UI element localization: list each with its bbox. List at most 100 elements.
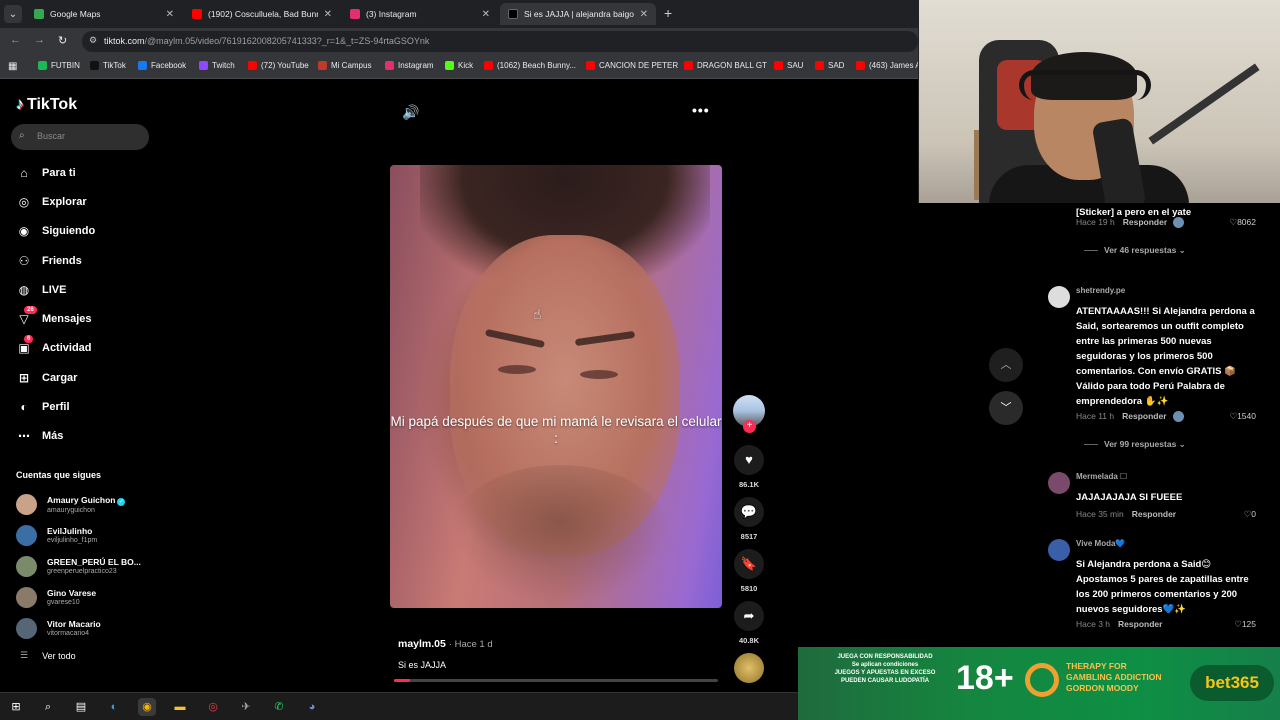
previous-video-button[interactable]: ︿ xyxy=(989,348,1023,382)
followed-account[interactable]: Vitor Macario vitormacario4 xyxy=(16,616,101,640)
bookmark-icon[interactable]: 🔖 xyxy=(734,549,764,579)
bookmark-item[interactable]: FUTBIN xyxy=(38,61,80,70)
follow-plus-icon[interactable]: + xyxy=(743,420,756,433)
more-options-icon[interactable]: ••• xyxy=(692,102,710,118)
windows-start-icon[interactable]: ⊞ xyxy=(7,698,25,716)
taskbar-discord-icon[interactable]: ◕ xyxy=(303,698,321,716)
commenter-avatar[interactable] xyxy=(1048,286,1070,308)
comment-like[interactable]: ♡0 xyxy=(1244,509,1256,520)
sidebar-item-friends[interactable]: ⚇ Friends xyxy=(14,251,82,271)
followed-account[interactable]: Amaury Guichon ✓ amauryguichon xyxy=(16,492,126,516)
bookmark-item[interactable]: SAD xyxy=(815,61,844,70)
sidebar-item-actividad[interactable]: ▣ 6 Actividad xyxy=(14,335,92,358)
search-input[interactable]: ⌕ Buscar xyxy=(11,124,149,150)
browser-tab[interactable]: (1902) Cosculluela, Bad Bunny ✕ xyxy=(184,3,340,25)
comment-like[interactable]: ♡8062 xyxy=(1229,217,1256,228)
comment-icon[interactable]: 💬 xyxy=(734,497,764,527)
heart-outline-icon[interactable]: ♡ xyxy=(1234,619,1242,629)
followed-account[interactable]: EvilJulinho eviljulinho_f1pm xyxy=(16,523,97,547)
reload-icon[interactable]: ↻ xyxy=(58,34,67,47)
sidebar-item-mensajes[interactable]: ▽ 26 Mensajes xyxy=(14,306,92,329)
music-disc-icon[interactable] xyxy=(734,653,764,683)
sidebar-item-live[interactable]: ◍ LIVE xyxy=(14,280,67,300)
author-handle[interactable]: maylm.05 xyxy=(398,638,446,650)
commenter-avatar[interactable] xyxy=(1048,539,1070,561)
bookmark-item[interactable]: TikTok xyxy=(90,61,126,70)
reply-button[interactable]: Responder xyxy=(1132,509,1176,519)
bookmark-item[interactable]: CANCION DE PETER xyxy=(586,61,678,70)
bookmark-item[interactable]: Twitch xyxy=(199,61,235,70)
sidebar-item-cargar[interactable]: ⊞ Cargar xyxy=(14,368,78,388)
heart-icon[interactable]: ♥ xyxy=(734,445,764,475)
commenter-avatar[interactable] xyxy=(1048,472,1070,494)
comment-like[interactable]: ♡125 xyxy=(1234,619,1256,630)
share-icon[interactable]: ➦ xyxy=(734,601,764,631)
comment-action[interactable]: 💬 8517 xyxy=(733,497,765,541)
bookmark-item[interactable]: SAU xyxy=(774,61,803,70)
heart-outline-icon[interactable]: ♡ xyxy=(1229,217,1237,227)
tab-close-icon[interactable]: ✕ xyxy=(166,9,174,20)
reply-button[interactable]: Responder xyxy=(1118,619,1162,629)
share-action[interactable]: ➦ 40.8K xyxy=(733,601,765,645)
comment-like[interactable]: ♡1540 xyxy=(1229,411,1256,422)
tab-close-icon[interactable]: ✕ xyxy=(640,9,648,20)
video-player[interactable]: Mi papá después de que mi mamá le revisa… xyxy=(390,165,722,608)
sidebar-item-explorar[interactable]: ◎ Explorar xyxy=(14,192,87,212)
address-bar[interactable]: ⚙ tiktok.com/@maylm.05/video/76191620082… xyxy=(82,31,918,52)
followed-account[interactable]: GREEN_PERÚ EL BO... greenperuelpractico23 xyxy=(16,554,141,578)
taskbar-edge-icon[interactable]: ◐ xyxy=(105,698,123,716)
sidebar-item-para-ti[interactable]: ⌂ Para ti xyxy=(14,163,75,183)
view-replies-button[interactable]: Ver 46 respuestas ⌄ xyxy=(1084,245,1186,256)
taskbar-search-icon[interactable]: ⌕ xyxy=(39,698,57,716)
like-action[interactable]: ♥ 86.1K xyxy=(733,445,765,489)
commenter-name[interactable]: shetrendy.pe xyxy=(1076,286,1125,295)
friends-icon: ⚇ xyxy=(18,254,30,268)
bookmark-item[interactable]: DRAGON BALL GT xyxy=(684,61,767,70)
bookmark-item[interactable]: Instagram xyxy=(385,61,434,70)
taskbar-store-icon[interactable]: ▤ xyxy=(72,698,90,716)
volume-icon[interactable]: 🔊 xyxy=(402,104,419,121)
bookmark-item[interactable]: Kick xyxy=(445,61,473,70)
commenter-name[interactable]: Mermelada ☐ xyxy=(1076,472,1127,481)
taskbar-obs-icon[interactable]: ◎ xyxy=(204,698,222,716)
taskbar-chrome-icon[interactable]: ◉ xyxy=(138,698,156,716)
sidebar-item-siguiendo[interactable]: ◉ Siguiendo xyxy=(14,221,95,241)
commenter-name[interactable]: Vive Moda💙 xyxy=(1076,539,1125,548)
tab-search-icon[interactable]: ⌄ xyxy=(4,5,22,23)
tiktok-logo[interactable]: ♪ TikTok xyxy=(16,96,77,114)
view-replies-button[interactable]: Ver 99 respuestas ⌄ xyxy=(1084,439,1186,450)
apps-icon[interactable]: ▦ xyxy=(8,61,17,72)
save-action[interactable]: 🔖 5810 xyxy=(733,549,765,593)
browser-tab[interactable]: Si es JAJJA | alejandra baigorria ✕ xyxy=(500,3,656,25)
reply-button[interactable]: Responder xyxy=(1122,411,1166,421)
browser-tab[interactable]: (3) Instagram ✕ xyxy=(342,3,498,25)
taskbar-whatsapp-icon[interactable]: ✆ xyxy=(270,698,288,716)
bookmark-item[interactable]: Mi Campus xyxy=(318,61,371,70)
bookmark-item[interactable]: Facebook xyxy=(138,61,186,70)
video-author[interactable]: maylm.05 · Hace 1 d xyxy=(398,638,493,650)
bookmark-item[interactable]: (463) James A... xyxy=(856,61,927,70)
sidebar-item-más[interactable]: ⋯ Más xyxy=(14,426,63,446)
tab-close-icon[interactable]: ✕ xyxy=(482,9,490,20)
back-icon[interactable]: ← xyxy=(10,34,21,46)
browser-tab[interactable]: Google Maps ✕ xyxy=(26,3,182,25)
comment-like-count: 0 xyxy=(1251,509,1256,519)
sidebar-item-perfil[interactable]: ◐ Perfil xyxy=(14,397,69,417)
see-all-button[interactable]: ☰ Ver todo xyxy=(20,650,76,661)
forward-icon[interactable]: → xyxy=(34,34,45,46)
followed-account[interactable]: Gino Varese gvarese10 xyxy=(16,585,96,609)
video-progress-bar[interactable] xyxy=(394,679,718,682)
search-placeholder: Buscar xyxy=(37,131,66,141)
new-tab-icon[interactable]: + xyxy=(664,5,672,21)
heart-outline-icon[interactable]: ♡ xyxy=(1229,411,1237,421)
site-info-icon[interactable]: ⚙ xyxy=(89,35,97,46)
tab-close-icon[interactable]: ✕ xyxy=(324,9,332,20)
ad-banner[interactable]: JUEGA CON RESPONSABILIDAD Se aplican cond… xyxy=(798,647,1280,720)
bookmark-item[interactable]: (1062) Beach Bunny... xyxy=(484,61,576,70)
taskbar-app-icon[interactable]: ✈ xyxy=(237,698,255,716)
reply-button[interactable]: Responder xyxy=(1123,217,1167,227)
next-video-button[interactable]: ﹀ xyxy=(989,391,1023,425)
taskbar-folder-icon[interactable]: ▬ xyxy=(171,698,189,716)
avatar xyxy=(16,493,37,515)
bookmark-item[interactable]: (72) YouTube xyxy=(248,61,309,70)
